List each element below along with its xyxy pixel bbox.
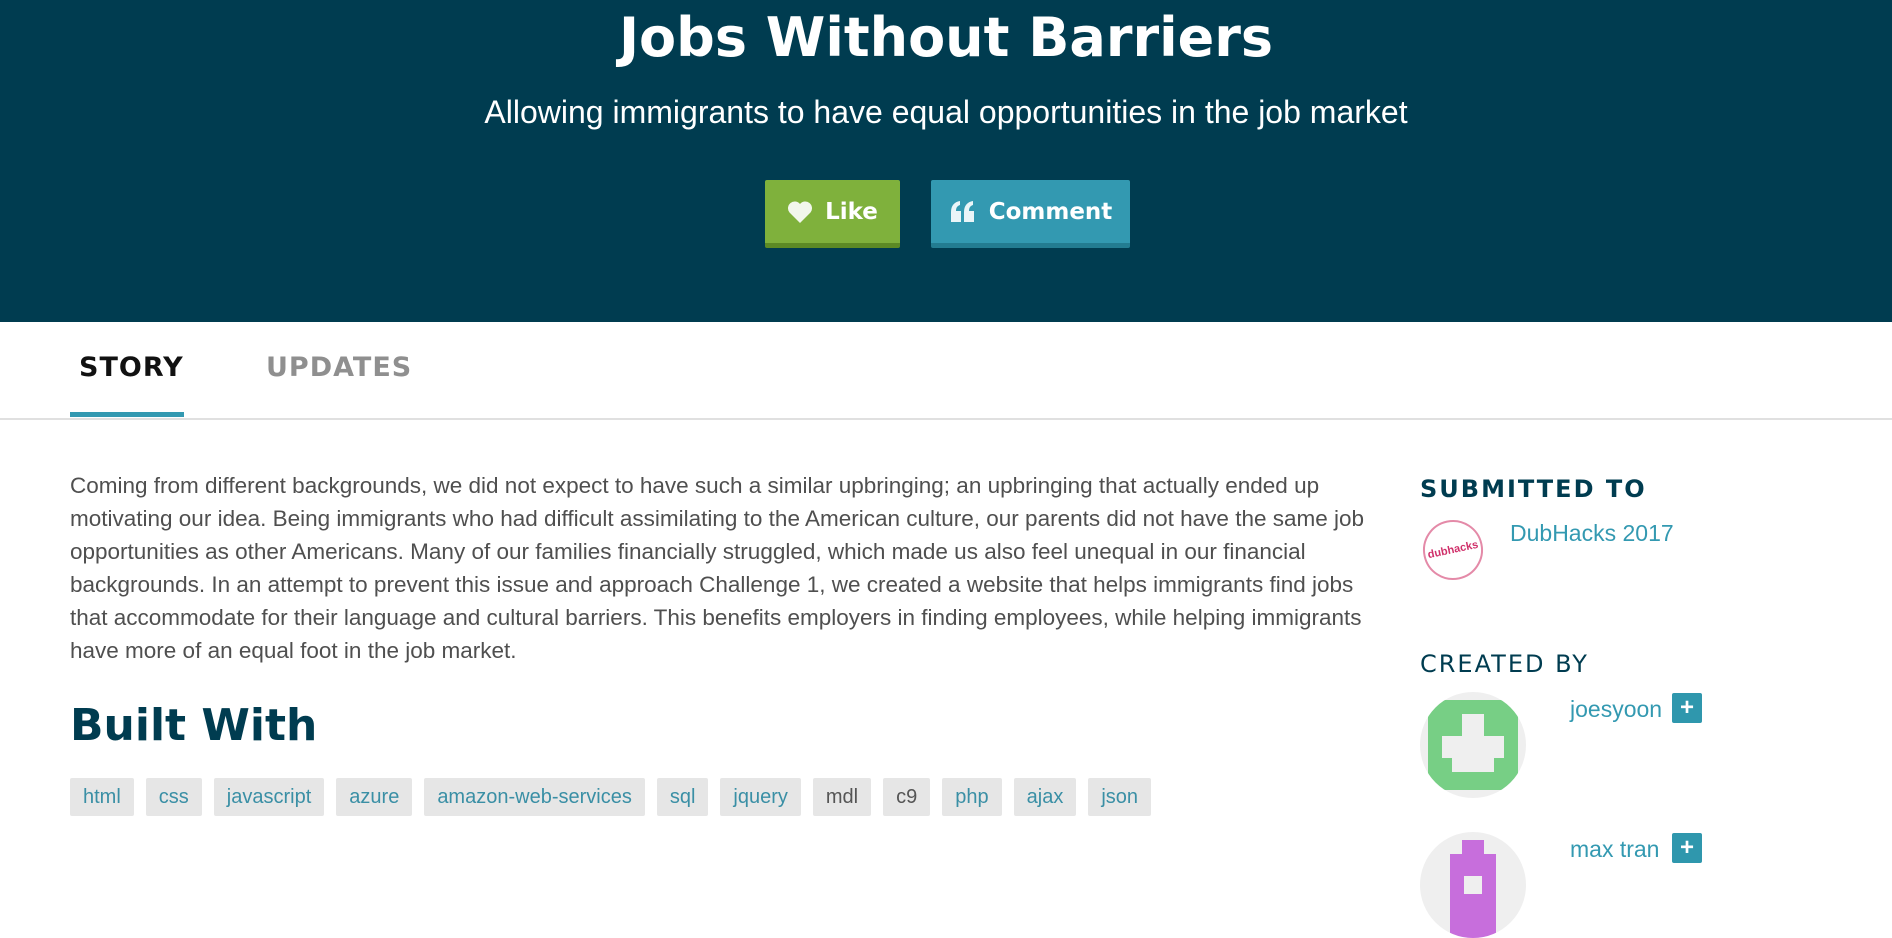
story-text: Coming from different backgrounds, we di… bbox=[70, 473, 1365, 663]
tag-mdl: mdl bbox=[812, 778, 872, 816]
submitted-to-heading: SUBMITTED TO bbox=[1420, 475, 1647, 503]
project-tagline: Allowing immigrants to have equal opport… bbox=[484, 94, 1408, 130]
creator-link[interactable]: max tran bbox=[1570, 836, 1659, 863]
tag-sql[interactable]: sql bbox=[656, 778, 709, 816]
project-title: Jobs Without Barriers bbox=[618, 6, 1274, 69]
plus-icon: + bbox=[1679, 694, 1694, 721]
creator-link[interactable]: joesyoon bbox=[1570, 696, 1662, 723]
tab-updates[interactable]: UPDATES bbox=[266, 352, 412, 383]
project-tabs: STORY UPDATES bbox=[0, 322, 1892, 420]
tag-javascript[interactable]: javascript bbox=[213, 778, 325, 816]
follow-button[interactable]: + bbox=[1672, 693, 1702, 723]
project-header: Jobs Without Barriers Allowing immigrant… bbox=[0, 0, 1892, 322]
follow-button[interactable]: + bbox=[1672, 833, 1702, 863]
tag-php[interactable]: php bbox=[942, 778, 1002, 816]
quote-icon bbox=[949, 200, 977, 224]
tag-html[interactable]: html bbox=[70, 778, 134, 816]
comment-label: Comment bbox=[988, 198, 1113, 225]
created-by-heading: CREATED BY bbox=[1420, 650, 1589, 678]
built-with-tag-list: html css javascript azure amazon-web-ser… bbox=[70, 778, 1152, 816]
hackathon-logo-text: dubhacks bbox=[1426, 538, 1480, 562]
tag-azure[interactable]: azure bbox=[336, 778, 413, 816]
like-label: Like bbox=[825, 198, 878, 225]
tab-story[interactable]: STORY bbox=[79, 352, 184, 383]
plus-icon: + bbox=[1679, 834, 1694, 861]
tag-jquery[interactable]: jquery bbox=[720, 778, 801, 816]
hackathon-logo[interactable]: dubhacks bbox=[1417, 514, 1489, 586]
hackathon-link[interactable]: DubHacks 2017 bbox=[1510, 520, 1674, 547]
avatar[interactable] bbox=[1420, 832, 1526, 938]
tag-css[interactable]: css bbox=[145, 778, 202, 816]
like-button[interactable]: Like bbox=[765, 180, 900, 248]
built-with-heading: Built With bbox=[70, 700, 318, 751]
comment-button[interactable]: Comment bbox=[931, 180, 1130, 248]
active-tab-indicator bbox=[70, 412, 184, 417]
tag-c9: c9 bbox=[883, 778, 931, 816]
heart-icon bbox=[787, 200, 813, 224]
tag-amazon-web-services[interactable]: amazon-web-services bbox=[424, 778, 645, 816]
avatar[interactable] bbox=[1420, 692, 1526, 798]
tag-json[interactable]: json bbox=[1088, 778, 1152, 816]
tag-ajax[interactable]: ajax bbox=[1013, 778, 1077, 816]
